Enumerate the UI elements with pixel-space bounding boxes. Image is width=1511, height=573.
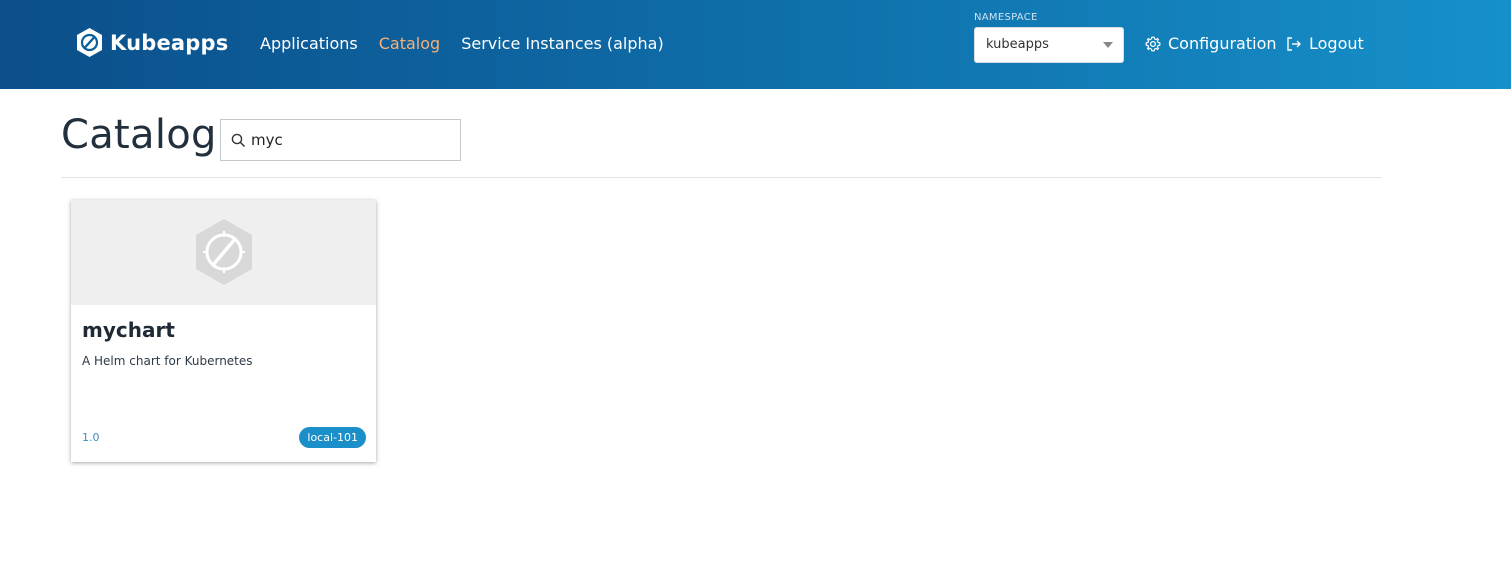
nav-catalog[interactable]: Catalog <box>379 34 440 53</box>
top-nav-bar: Kubeapps Applications Catalog Service In… <box>0 0 1511 89</box>
title-divider <box>61 177 1382 178</box>
namespace-value: kubeapps <box>986 37 1049 52</box>
logout-label: Logout <box>1309 34 1364 53</box>
brand-name: Kubeapps <box>110 30 229 55</box>
chart-card-title: mychart <box>82 318 175 342</box>
logout-icon <box>1287 36 1301 51</box>
nav-service-instances[interactable]: Service Instances (alpha) <box>461 34 664 53</box>
search-box[interactable] <box>220 119 461 161</box>
nav-applications[interactable]: Applications <box>260 34 358 53</box>
page-title: Catalog <box>61 112 217 158</box>
chevron-down-icon <box>1103 42 1113 48</box>
search-input[interactable] <box>251 128 451 152</box>
namespace-label: NAMESPACE <box>974 12 1038 23</box>
search-icon <box>231 133 246 148</box>
repo-badge[interactable]: local-101 <box>299 427 366 448</box>
chart-card[interactable]: mychart A Helm chart for Kubernetes 1.0 … <box>71 200 376 462</box>
logout-link[interactable]: Logout <box>1286 34 1364 53</box>
chart-card-icon-area <box>71 200 376 305</box>
namespace-select[interactable]: kubeapps <box>974 27 1124 63</box>
main-nav: Applications Catalog Service Instances (… <box>260 34 685 53</box>
brand-link[interactable]: Kubeapps <box>75 27 228 58</box>
configuration-link[interactable]: Configuration <box>1145 34 1277 53</box>
kubeapps-logo-icon <box>77 28 102 57</box>
chart-card-description: A Helm chart for Kubernetes <box>82 354 253 368</box>
placeholder-chart-icon <box>196 219 252 285</box>
chart-card-version: 1.0 <box>82 431 100 444</box>
configuration-label: Configuration <box>1168 34 1277 53</box>
gear-icon <box>1145 36 1161 51</box>
